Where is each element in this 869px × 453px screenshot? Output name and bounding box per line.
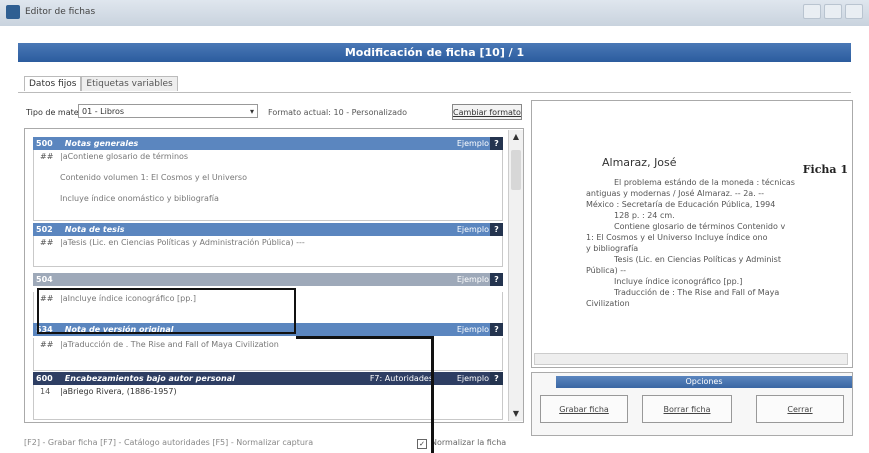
- preview-line: Traducción de : The Rise and Fall of May…: [614, 288, 780, 297]
- save-record-button[interactable]: Grabar ficha: [540, 395, 628, 423]
- field-502: 502 Nota de tesis Ejemplo ? ## |aTesis (L…: [33, 223, 503, 267]
- field-line: |aContiene glosario de términos: [60, 152, 189, 161]
- field-tag: 500: [36, 139, 53, 148]
- preview-panel: Ficha 1 Almaraz, José El problema estánd…: [531, 100, 853, 368]
- example-button[interactable]: Ejemplo: [457, 223, 489, 236]
- preview-hscrollbar[interactable]: [534, 353, 848, 365]
- scroll-thumb[interactable]: [511, 150, 521, 190]
- field-tag: 600: [36, 374, 53, 383]
- preview-body: El problema estándo de la moneda : técni…: [586, 177, 844, 309]
- field-indicators: ##: [40, 152, 54, 161]
- tab-datos-fijos[interactable]: Datos fijos: [24, 76, 82, 91]
- editor-panel: Tipo de material: 01 - Libros ▾ Formato …: [24, 100, 524, 432]
- scroll-up-icon[interactable]: ▲: [510, 131, 522, 143]
- preview-line: México : Secretaría de Educación Pública…: [586, 200, 776, 209]
- tab-etiquetas-variables[interactable]: Etiquetas variables: [81, 76, 178, 91]
- tab-divider: [18, 92, 851, 93]
- help-button[interactable]: ?: [490, 223, 503, 236]
- normalize-checkbox[interactable]: ✓: [417, 439, 427, 449]
- field-list: 500 Notas generales Ejemplo ? ## |aContie…: [24, 128, 524, 423]
- field-header: 500 Notas generales Ejemplo ?: [33, 137, 503, 150]
- field-tag: 504: [36, 275, 53, 284]
- field-indicators: ##: [40, 340, 54, 349]
- material-type-select[interactable]: 01 - Libros ▾: [78, 104, 258, 118]
- field-tag: 502: [36, 225, 53, 234]
- window-controls: [803, 4, 863, 19]
- dialog-header: Modificación de ficha [10] / 1: [18, 43, 851, 62]
- preview-line: antiguas y modernas / José Almaraz. -- 2…: [586, 189, 765, 198]
- close-button[interactable]: Cerrar: [756, 395, 844, 423]
- help-button[interactable]: ?: [490, 273, 503, 286]
- field-name: Notas generales: [64, 139, 139, 148]
- preview-author: Almaraz, José: [602, 156, 677, 169]
- options-title: Opciones: [556, 376, 852, 388]
- field-name: Nota de tesis: [64, 225, 125, 234]
- field-indicators: 14: [40, 387, 51, 396]
- field-name: Encabezamientos bajo autor personal: [64, 374, 235, 383]
- options-panel: Opciones Grabar ficha Borrar ficha Cerra…: [531, 372, 853, 436]
- scroll-down-icon[interactable]: ▼: [510, 408, 522, 420]
- maximize-button[interactable]: [824, 4, 842, 19]
- shortcut-hints: [F2] - Grabar ficha [F7] - Catálogo auto…: [24, 438, 314, 447]
- preview-line: Tesis (Lic. en Ciencias Políticas y Admi…: [614, 255, 781, 264]
- window-title: Editor de fichas: [25, 7, 96, 17]
- example-button[interactable]: Ejemplo: [457, 323, 489, 336]
- preview-line: Contiene glosario de términos Contenido …: [614, 222, 786, 231]
- field-500: 500 Notas generales Ejemplo ? ## |aContie…: [33, 137, 503, 221]
- field-content[interactable]: ## |aTesis (Lic. en Ciencias Políticas y …: [33, 236, 503, 267]
- close-window-button[interactable]: [845, 4, 863, 19]
- preview-line: Civilization: [586, 299, 630, 308]
- annotation-pointer-line: [296, 336, 434, 339]
- field-line: Contenido volumen 1: El Cosmos y el Univ…: [60, 173, 247, 182]
- normalize-label: Normalizar la ficha: [431, 438, 507, 447]
- preview-line: 1: El Cosmos y el Universo Incluye índic…: [586, 233, 768, 242]
- help-button[interactable]: ?: [490, 323, 503, 336]
- field-header: 502 Nota de tesis Ejemplo ?: [33, 223, 503, 236]
- field-content[interactable]: ## |aContiene glosario de términos Conten…: [33, 150, 503, 221]
- field-line: Incluye índice onomástico y bibliografía: [60, 194, 219, 203]
- help-button[interactable]: ?: [490, 137, 503, 150]
- example-button[interactable]: Ejemplo: [457, 372, 489, 385]
- tab-bar: Datos fijos Etiquetas variables: [24, 76, 178, 91]
- annotation-highlight-box: [37, 288, 296, 334]
- delete-record-button[interactable]: Borrar ficha: [642, 395, 732, 423]
- field-line: |aTesis (Lic. en Ciencias Políticas y Ad…: [60, 238, 305, 247]
- preview-line: y bibliografía: [586, 244, 639, 253]
- authorities-link[interactable]: F7: Autoridades: [370, 372, 433, 385]
- window-titlebar: Editor de fichas: [0, 0, 869, 26]
- help-button[interactable]: ?: [490, 372, 503, 385]
- preview-line: Incluye índice iconográfico [pp.]: [614, 277, 743, 286]
- fields-scrollbar[interactable]: ▲ ▼: [508, 130, 523, 421]
- chevron-down-icon: ▾: [249, 107, 254, 116]
- app-icon: [6, 5, 20, 19]
- annotation-pointer-line: [431, 336, 434, 453]
- example-button[interactable]: Ejemplo: [457, 273, 489, 286]
- current-format-label: Formato actual: 10 - Personalizado: [268, 108, 407, 117]
- change-format-button[interactable]: Cambiar formato: [452, 104, 522, 120]
- preview-line: 128 p. : 24 cm.: [614, 211, 675, 220]
- field-line: |aBriego Rivera, (1886-1957): [60, 387, 177, 396]
- example-button[interactable]: Ejemplo: [457, 137, 489, 150]
- material-type-value: 01 - Libros: [82, 107, 125, 116]
- preview-line: Pública) --: [586, 266, 627, 275]
- status-bar: [F2] - Grabar ficha [F7] - Catálogo auto…: [24, 436, 851, 450]
- preview-line: El problema estándo de la moneda : técni…: [614, 178, 795, 187]
- field-line: |aTraducción de . The Rise and Fall of M…: [60, 340, 279, 349]
- field-header: 504 Ejemplo ?: [33, 273, 503, 286]
- minimize-button[interactable]: [803, 4, 821, 19]
- field-indicators: ##: [40, 238, 54, 247]
